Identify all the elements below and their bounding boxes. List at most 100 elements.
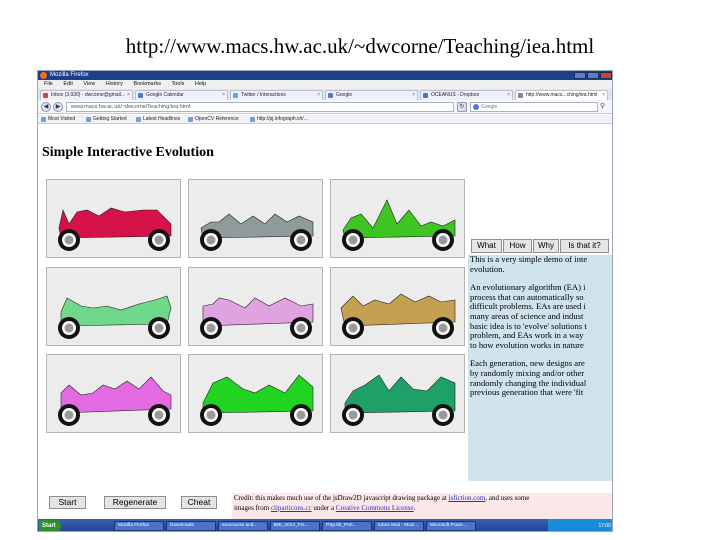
menu-history[interactable]: History xyxy=(106,80,123,89)
search-icon[interactable]: ⚲ xyxy=(600,102,605,110)
car-design xyxy=(340,293,456,339)
tab-twitter[interactable]: Twitter / Interactions × xyxy=(230,90,323,100)
tab-what[interactable]: What xyxy=(471,239,502,253)
car-design xyxy=(58,376,172,426)
system-tray: 17:00 xyxy=(548,519,612,531)
task-firefox[interactable]: Mozilla Firefox xyxy=(114,521,164,531)
bookmark-getting-started[interactable]: Getting Started xyxy=(86,115,127,124)
clock: 17:00 xyxy=(598,523,611,529)
cliparticons-link[interactable]: cliparticons.cc xyxy=(271,504,312,512)
info-panel: This is a very simple demo of inte evolu… xyxy=(468,255,612,481)
start-menu-button[interactable]: Start xyxy=(39,520,61,531)
close-tab-icon[interactable]: × xyxy=(222,91,225,100)
design-cell[interactable] xyxy=(46,354,181,433)
google-icon xyxy=(328,93,333,98)
info-line: process that can automatically so xyxy=(470,291,584,302)
close-tab-icon[interactable]: × xyxy=(412,91,415,100)
credit-middle: , and uses some xyxy=(485,494,530,502)
maximize-icon[interactable] xyxy=(587,72,599,79)
regenerate-button[interactable]: Regenerate xyxy=(104,496,166,509)
tab-is-that-it[interactable]: Is that it? xyxy=(560,239,609,253)
task-downloads[interactable]: Downloads xyxy=(166,521,216,531)
menu-view[interactable]: View xyxy=(83,80,95,89)
close-tab-icon[interactable]: × xyxy=(317,91,320,100)
task-psp[interactable]: PSp.lbl_Prel... xyxy=(322,521,372,531)
credit-line2-prefix: images from xyxy=(234,503,271,512)
forward-icon[interactable]: ▶ xyxy=(53,102,63,112)
menu-tools[interactable]: Tools xyxy=(171,80,184,89)
tab-label: Twitter / Interactions xyxy=(241,92,286,98)
wheel-hub xyxy=(438,323,448,333)
start-button[interactable]: Start xyxy=(49,496,86,509)
tab-gmail[interactable]: Inbox (3,930) - dwcorne@gmail... × xyxy=(40,90,133,100)
car-design xyxy=(200,297,314,339)
wheel-hub xyxy=(206,323,216,333)
task-powerpoint[interactable]: Microsoft Powe... xyxy=(426,521,476,531)
wheel-hub xyxy=(206,235,216,245)
task-evocourse[interactable]: evocourse and... xyxy=(218,521,268,531)
design-cell[interactable] xyxy=(46,179,181,258)
menu-bar: File Edit View History Bookmarks Tools H… xyxy=(38,80,612,89)
credit-text: Credit: this makes much use of the jsDra… xyxy=(232,493,612,520)
bookmark-infograph[interactable]: http://pj.infograph.ch/... xyxy=(250,115,308,124)
bookmark-latest-headlines[interactable]: Latest Headlines xyxy=(136,115,180,124)
menu-help[interactable]: Help xyxy=(195,80,206,89)
wheel-hub xyxy=(438,235,448,245)
tab-how[interactable]: How xyxy=(503,239,532,253)
info-line: to how evolution works in nature xyxy=(470,339,584,350)
tab-google[interactable]: Google × xyxy=(325,90,418,100)
reload-icon[interactable]: ↻ xyxy=(457,102,467,112)
menu-file[interactable]: File xyxy=(44,80,53,89)
wheel-hub xyxy=(348,235,358,245)
close-tab-icon[interactable]: × xyxy=(507,91,510,100)
design-cell[interactable] xyxy=(188,267,323,346)
search-input[interactable]: Google xyxy=(470,102,598,112)
tab-calendar[interactable]: Google Calendar × xyxy=(135,90,228,100)
bookmark-most-visited[interactable]: Most Visited xyxy=(41,115,75,124)
tab-label: http://www.macs...ching/iea.html xyxy=(526,92,598,98)
design-cell[interactable] xyxy=(330,267,465,346)
info-line: evolution. xyxy=(470,263,505,274)
design-cell[interactable] xyxy=(188,179,323,258)
task-bie[interactable]: BIE_2014_Fin... xyxy=(270,521,320,531)
car-design xyxy=(342,199,456,251)
info-paragraph-2: An evolutionary algorithm (EA) i process… xyxy=(468,282,612,350)
info-paragraph-1: This is a very simple demo of inte evolu… xyxy=(468,255,612,274)
menu-edit[interactable]: Edit xyxy=(63,80,72,89)
car-design xyxy=(58,207,172,251)
tab-iea[interactable]: http://www.macs...ching/iea.html × xyxy=(515,90,608,100)
tab-why[interactable]: Why xyxy=(533,239,559,253)
tab-dropbox[interactable]: OCEANUS - Dropbox × xyxy=(420,90,513,100)
design-cell[interactable] xyxy=(46,267,181,346)
task-inbox-mail[interactable]: Inbox Mail - Mozi... xyxy=(374,521,424,531)
taskbar: Start Mozilla Firefox Downloads evocours… xyxy=(38,519,612,531)
menu-bookmarks[interactable]: Bookmarks xyxy=(133,80,161,89)
bookmark-opencv[interactable]: OpenCV Reference xyxy=(188,115,239,124)
browser-screenshot: Mozilla Firefox File Edit View History B… xyxy=(37,70,613,532)
info-line: by randomly mixing and/or other xyxy=(470,367,585,378)
info-line: An evolutionary algorithm (EA) i xyxy=(470,282,586,293)
firefox-icon xyxy=(40,72,47,79)
wheel-hub xyxy=(64,323,74,333)
wheel-hub xyxy=(348,410,358,420)
creative-commons-link[interactable]: Creative Commons License xyxy=(336,504,414,512)
wheel-hub xyxy=(64,410,74,420)
close-tab-icon[interactable]: × xyxy=(127,91,130,100)
wheel-hub xyxy=(296,410,306,420)
wheel-hub xyxy=(154,235,164,245)
tab-bar: Inbox (3,930) - dwcorne@gmail... × Googl… xyxy=(38,89,612,100)
slide-title: http://www.macs.hw.ac.uk/~dwcorne/Teachi… xyxy=(125,34,595,58)
minimize-icon[interactable] xyxy=(574,72,586,79)
jsfiction-link[interactable]: jsfiction.com xyxy=(449,494,486,502)
cheat-button[interactable]: Cheat xyxy=(181,496,217,509)
back-icon[interactable]: ◀ xyxy=(41,102,51,112)
design-cell[interactable] xyxy=(330,354,465,433)
url-bar[interactable]: www.macs.hw.ac.uk/~dwcorne/Teaching/iea.… xyxy=(66,102,454,112)
design-cell[interactable] xyxy=(188,354,323,433)
close-tab-icon[interactable]: × xyxy=(602,91,605,100)
design-cell[interactable] xyxy=(330,179,465,258)
credit-line2-suffix: . xyxy=(413,503,416,512)
wheel-hub xyxy=(296,323,306,333)
close-window-icon[interactable] xyxy=(600,72,612,79)
calendar-icon xyxy=(138,93,143,98)
